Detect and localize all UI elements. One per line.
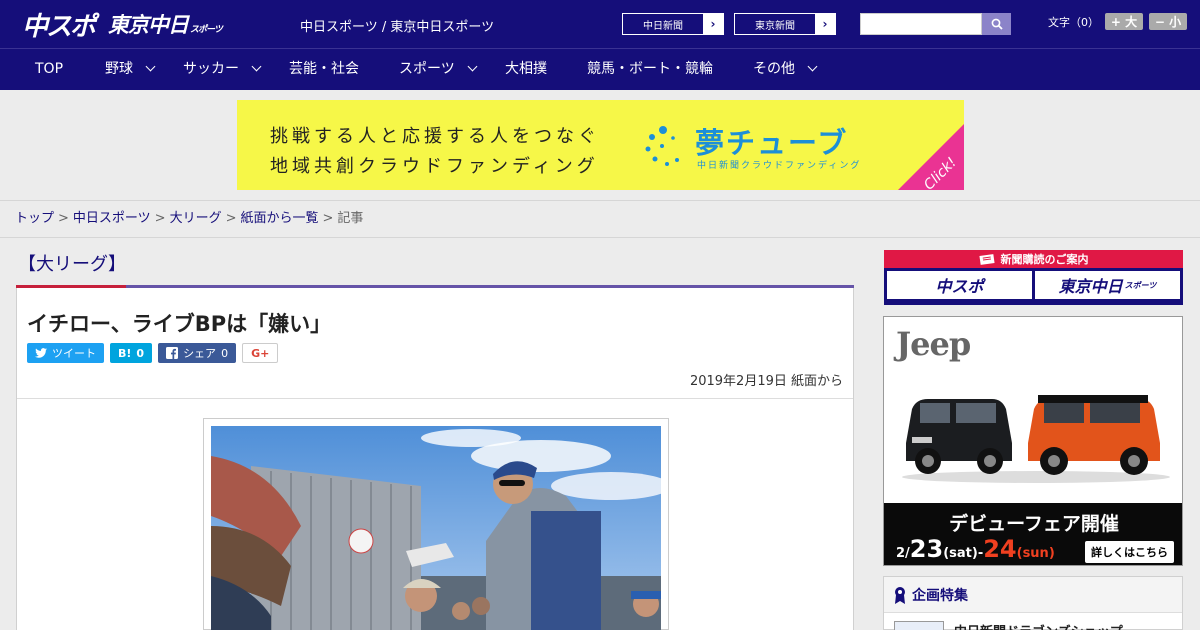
search-button[interactable] [982, 13, 1011, 35]
nav-item-racing[interactable]: 競馬・ボート・競輪 [587, 49, 713, 90]
logo-chuspo: 中スポ [22, 11, 96, 42]
feature-item[interactable]: 中日新聞ドラゴンズショップ [894, 621, 1123, 630]
nav-item-top[interactable]: TOP [35, 49, 63, 90]
jeep-ad[interactable]: Jeep デビューフェア開催 2/23(sat)-24(sun) 詳しくはこちら [883, 316, 1183, 566]
chevron-down-icon [807, 61, 818, 72]
nav-item-soccer[interactable]: サッカー [183, 49, 262, 90]
chevron-down-icon [145, 61, 156, 72]
main-nav: TOP 野球 サッカー 芸能・社会 スポーツ 大相撲 競馬・ボート・競輪 その他 [0, 48, 1200, 90]
crowdfunding-banner[interactable]: 挑戦する人と応援する人をつなぐ 地域共創クラウドファンディング 夢チューブ 中日… [237, 100, 964, 190]
breadcrumb-mlb[interactable]: 大リーグ [170, 211, 222, 226]
chevron-right-icon: › [703, 14, 723, 34]
ad-fair-headline: デビューフェア開催 [949, 513, 1119, 535]
chevron-down-icon [467, 61, 478, 72]
twitter-bird-icon [35, 348, 47, 358]
breadcrumb-current: 記事 [337, 211, 364, 226]
category-label: 【大リーグ】 [16, 250, 126, 288]
breadcrumb-paper-list[interactable]: 紙面から一覧 [241, 211, 319, 226]
font-size-control: 文字（0） + 大 − 小 [1048, 13, 1187, 30]
hatena-icon: B! [118, 346, 132, 360]
chevron-right-icon: › [815, 14, 835, 34]
jeep-logo: Jeep [896, 325, 971, 363]
subscribe-tokyo-chunichi-button[interactable]: 東京中日 スポーツ [1035, 271, 1180, 299]
google-plus-button[interactable]: G+ [242, 343, 279, 363]
facebook-share-button[interactable]: シェア 0 [158, 343, 237, 363]
search-box [860, 13, 1011, 35]
subscription-header: 新聞購読のご案内 [884, 250, 1183, 268]
ad-fair-dates: 2/23(sat)-24(sun) [896, 535, 1055, 563]
nav-item-baseball[interactable]: 野球 [105, 49, 156, 90]
banner-line-1: 挑戦する人と応援する人をつなぐ [270, 126, 600, 147]
ribbon-icon [895, 586, 905, 604]
google-plus-icon: G+ [251, 346, 270, 360]
nav-item-other[interactable]: その他 [753, 49, 818, 90]
logo-tokyo-chunichi: 東京中日 スポーツ [108, 13, 223, 37]
top-header: 中スポ 東京中日 スポーツ 中日スポーツ / 東京中日スポーツ 中日新聞 › 東京… [0, 0, 1200, 48]
facebook-count: 0 [221, 346, 229, 360]
article-card: イチロー、ライブBPは「嫌い」 ツイート B! 0 シェア 0 G+ 2019年… [16, 288, 854, 630]
newspaper-icon [978, 253, 995, 265]
font-size-down-button[interactable]: − 小 [1149, 13, 1187, 30]
article-photo[interactable] [211, 426, 661, 630]
share-buttons: ツイート B! 0 シェア 0 G+ [27, 343, 279, 363]
chunichi-shimbun-link[interactable]: 中日新聞 › [622, 13, 724, 35]
tweet-button[interactable]: ツイート [27, 343, 104, 363]
article-photo-frame [203, 418, 669, 630]
ad-more-button[interactable]: 詳しくはこちら [1085, 541, 1174, 563]
dots-logo-icon [645, 126, 679, 166]
nav-item-sports[interactable]: スポーツ [399, 49, 478, 90]
font-size-label: 文字（0） [1048, 15, 1099, 29]
feature-item-title: 中日新聞ドラゴンズショップ [954, 621, 1123, 630]
feature-section: 企画特集 中日新聞ドラゴンズショップ [883, 576, 1183, 630]
hatena-count: 0 [136, 346, 145, 360]
banner-brand: 夢チューブ [695, 126, 849, 160]
facebook-icon [166, 347, 179, 359]
nav-item-sumo[interactable]: 大相撲 [505, 49, 547, 90]
ad-cars-image [902, 395, 1170, 483]
subscription-box: 新聞購読のご案内 中スポ 東京中日 スポーツ [884, 250, 1183, 305]
breadcrumb-top[interactable]: トップ [15, 211, 54, 226]
site-tagline: 中日スポーツ / 東京中日スポーツ [300, 20, 495, 35]
breadcrumb: トップ > 中日スポーツ > 大リーグ > 紙面から一覧 > 記事 [0, 200, 1200, 238]
article-divider [17, 398, 853, 399]
font-size-up-button[interactable]: + 大 [1105, 13, 1143, 30]
article-date: 2019年2月19日 紙面から [689, 374, 843, 389]
tokyo-shimbun-link[interactable]: 東京新聞 › [734, 13, 836, 35]
feature-thumbnail [894, 621, 944, 630]
hatena-bookmark-button[interactable]: B! 0 [110, 343, 153, 363]
banner-brand-sub: 中日新聞クラウドファンディング [697, 161, 862, 171]
feature-header: 企画特集 [884, 577, 1182, 613]
banner-area: 挑戦する人と応援する人をつなぐ 地域共創クラウドファンディング 夢チューブ 中日… [0, 90, 1200, 200]
site-logo[interactable]: 中スポ 東京中日 スポーツ [22, 6, 223, 42]
nav-item-entertainment[interactable]: 芸能・社会 [289, 49, 359, 90]
search-icon [991, 18, 1003, 30]
breadcrumb-chunichi-sports[interactable]: 中日スポーツ [73, 211, 151, 226]
subscribe-chuspo-button[interactable]: 中スポ [887, 271, 1032, 299]
search-input[interactable] [860, 13, 982, 35]
chevron-down-icon [251, 61, 262, 72]
ad-fair-panel: デビューフェア開催 2/23(sat)-24(sun) 詳しくはこちら [884, 503, 1182, 565]
banner-line-2: 地域共創クラウドファンディング [270, 156, 599, 177]
article-headline: イチロー、ライブBPは「嫌い」 [27, 312, 332, 336]
subscription-options: 中スポ 東京中日 スポーツ [884, 268, 1183, 302]
